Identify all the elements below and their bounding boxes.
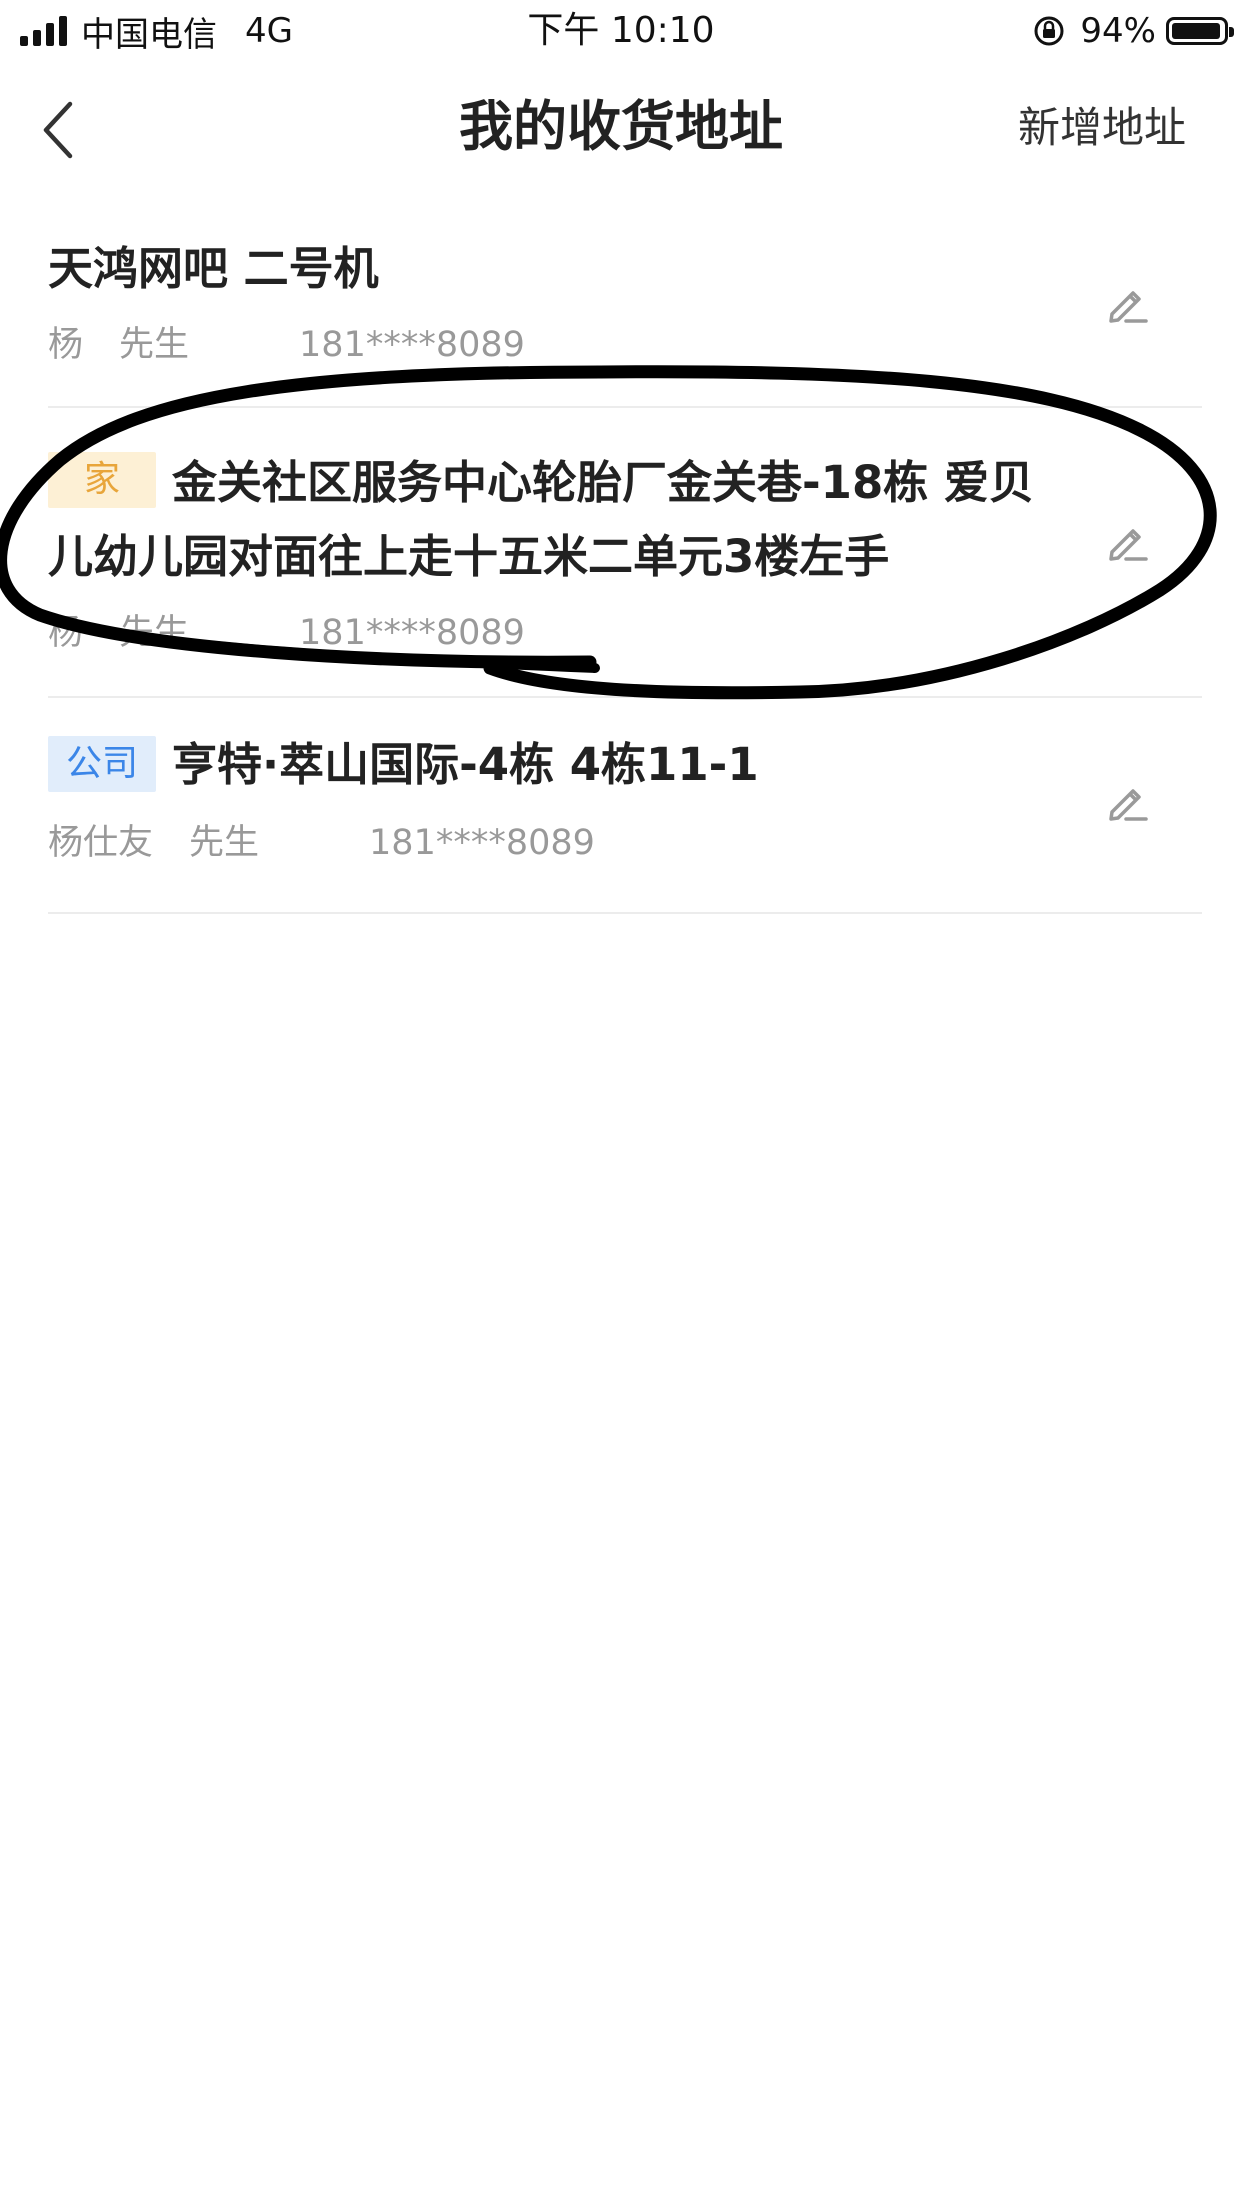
contact-title: 先生: [119, 325, 190, 365]
battery-percent: 94%: [1080, 11, 1156, 51]
contact-info: 杨先生 181****8089: [48, 322, 525, 368]
contact-phone: 181****8089: [299, 613, 525, 653]
contact-name: 杨: [48, 325, 84, 365]
add-address-button[interactable]: 新增地址: [1018, 100, 1186, 156]
address-list: 天鸿网吧 二号机 杨先生 181****8089 家 金关社区服务中心轮胎厂金关巷…: [48, 210, 1202, 914]
contact-phone: 181****8089: [369, 823, 595, 863]
contact-info: 杨仕友 先生 181****8089: [48, 820, 595, 866]
status-right: 94%: [1032, 8, 1234, 54]
address-item[interactable]: 天鸿网吧 二号机 杨先生 181****8089: [48, 210, 1202, 408]
contact-title: 先生: [189, 823, 260, 863]
address-text: 亨特·萃山国际-4栋 4栋11-1: [172, 738, 759, 791]
contact-title: 先生: [119, 613, 190, 653]
nav-bar: 我的收货地址 新增地址: [0, 62, 1242, 192]
contact-name: 杨: [48, 613, 84, 653]
battery-icon: [1166, 17, 1234, 45]
address-list-page: 中国电信 4G 下午 10:10 94% 我的收货地址 新增地址 天鸿网吧 二号…: [0, 0, 1242, 2208]
address-item[interactable]: 家 金关社区服务中心轮胎厂金关巷-18栋 爱贝儿幼儿园对面往上走十五米二单元3楼…: [48, 408, 1202, 698]
contact-phone: 181****8089: [299, 325, 525, 365]
orientation-lock-icon: [1034, 16, 1064, 46]
contact-name: 杨仕友: [48, 823, 154, 863]
address-item[interactable]: 公司 亨特·萃山国际-4栋 4栋11-1 杨仕友 先生 181****8089: [48, 698, 1202, 914]
contact-info: 杨先生 181****8089: [48, 610, 525, 656]
address-text: 天鸿网吧 二号机: [48, 242, 379, 295]
status-bar: 中国电信 4G 下午 10:10 94%: [0, 0, 1242, 62]
edit-icon[interactable]: [1104, 778, 1152, 826]
edit-icon[interactable]: [1104, 280, 1152, 328]
address-text: 金关社区服务中心轮胎厂金关巷-18栋 爱贝儿幼儿园对面往上走十五米二单元3楼左手: [48, 456, 1034, 583]
edit-icon[interactable]: [1104, 518, 1152, 566]
